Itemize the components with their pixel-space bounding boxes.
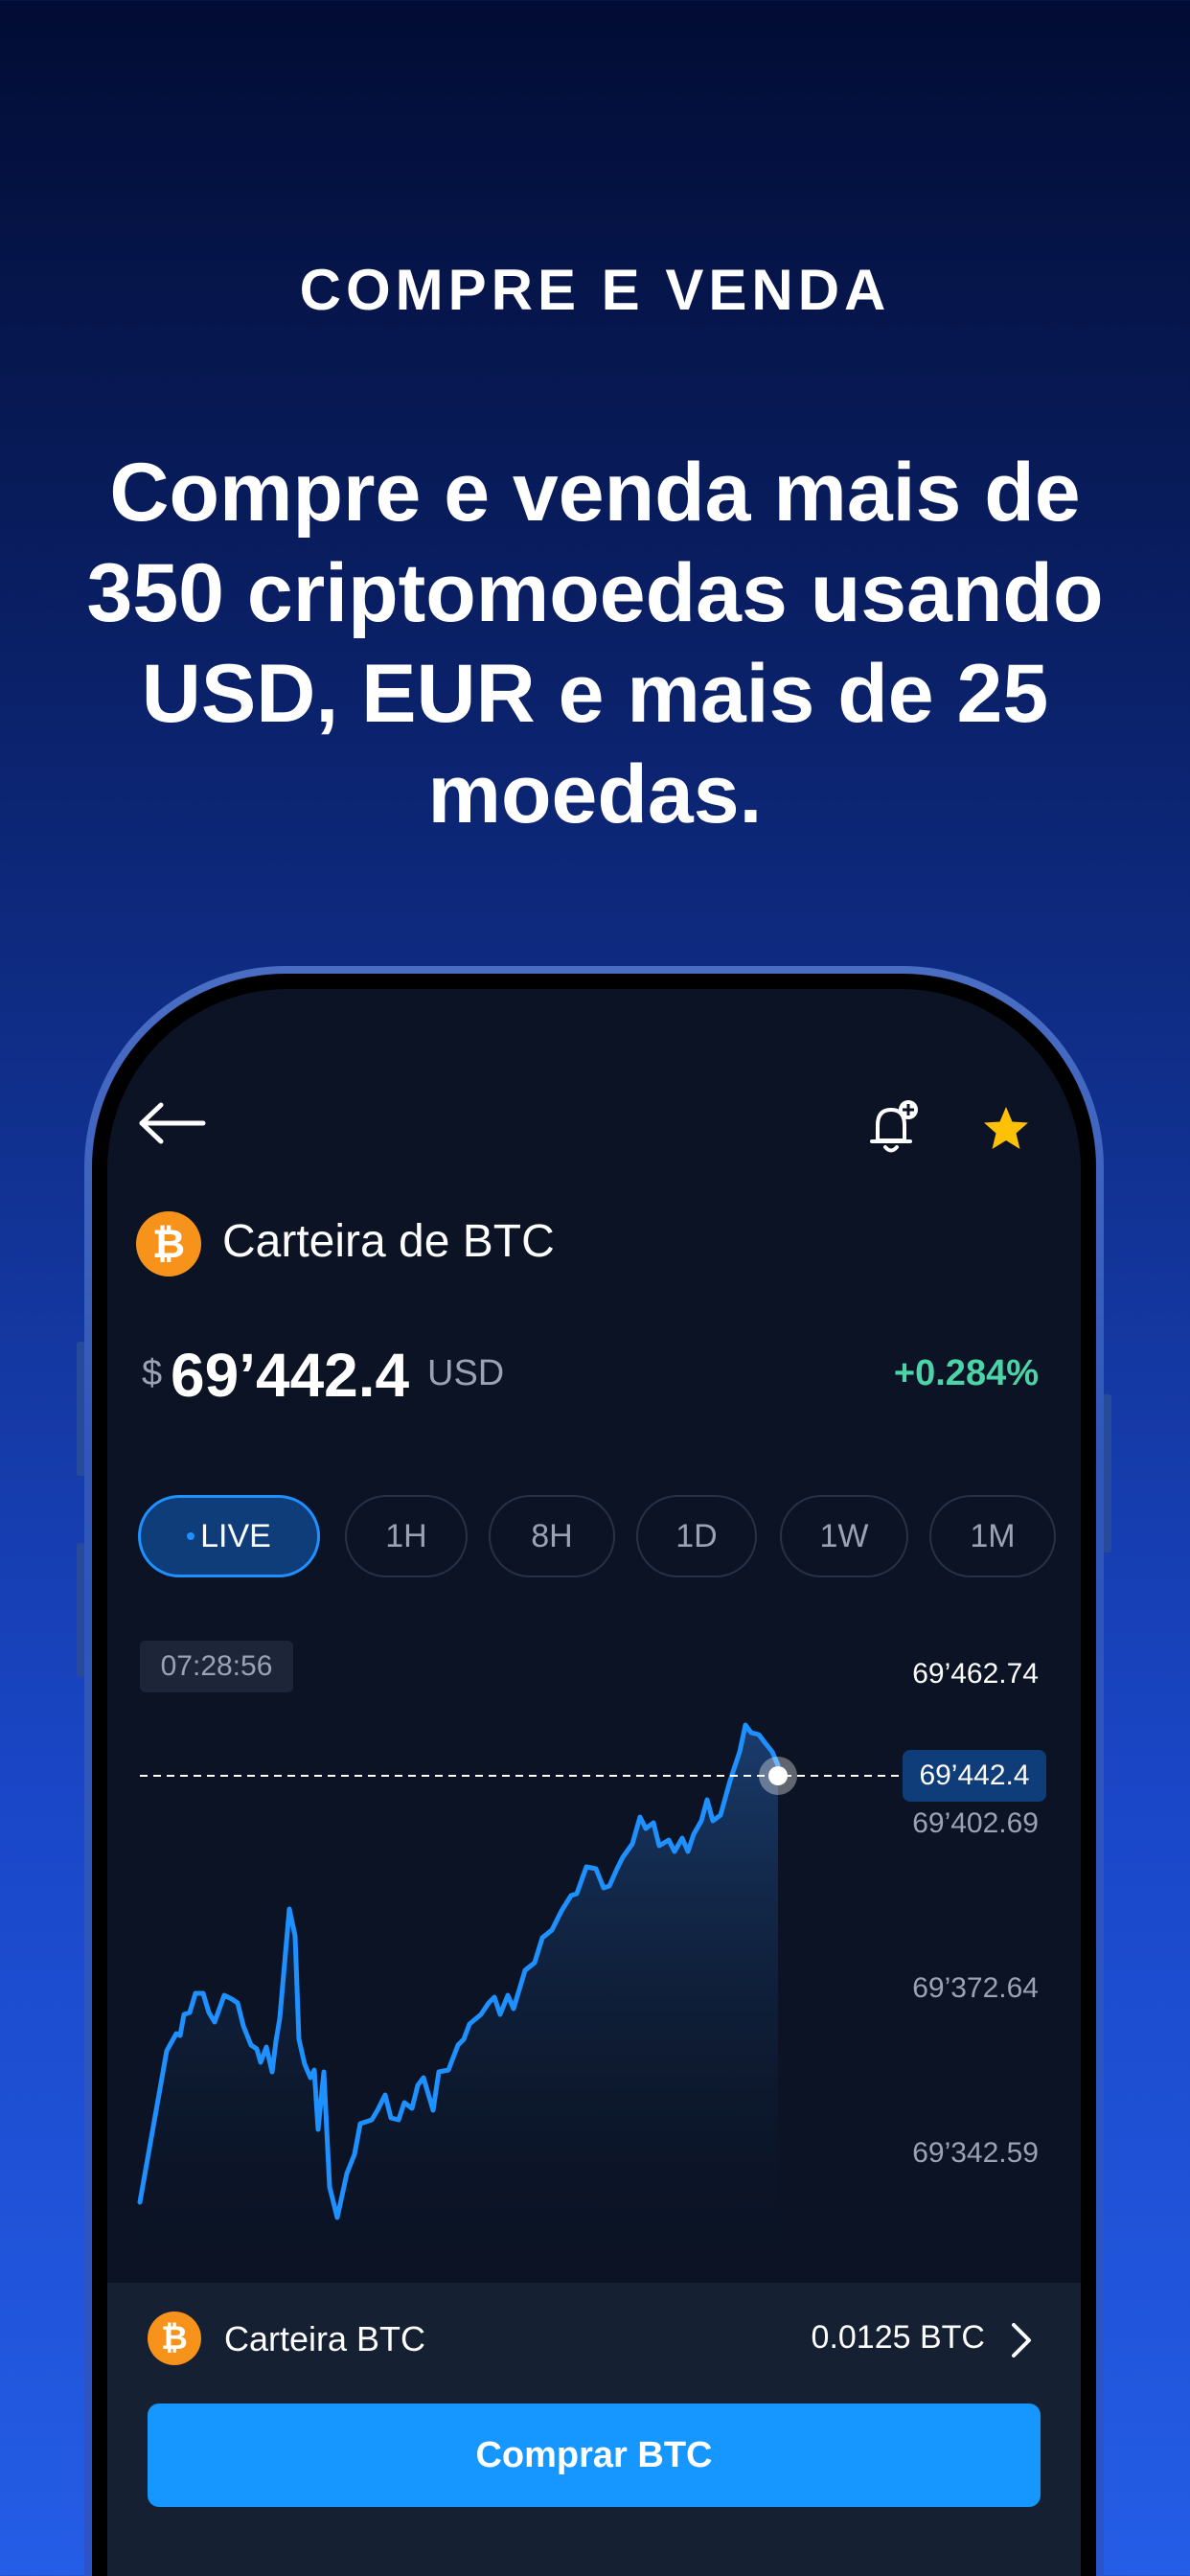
bitcoin-icon: ₿ [136, 1211, 201, 1276]
wallet-label[interactable]: Carteira BTC [224, 2319, 425, 2359]
back-arrow-icon[interactable] [138, 1102, 207, 1144]
phone-screen: ₿ Carteira de BTC $ 69’442.4 USD +0.284%… [107, 989, 1081, 2576]
current-price-dot [768, 1766, 788, 1785]
star-icon[interactable] [981, 1104, 1031, 1154]
price-unit: USD [427, 1353, 505, 1393]
chart-area [140, 1725, 778, 2302]
phone-bezel: ₿ Carteira de BTC $ 69’442.4 USD +0.284%… [92, 974, 1096, 2576]
range-1h[interactable]: 1H [345, 1495, 468, 1577]
wallet-title: Carteira de BTC [222, 1216, 555, 1267]
range-1m[interactable]: 1M [929, 1495, 1056, 1577]
current-price-tag: 69’442.4 [903, 1750, 1046, 1802]
y-label-2: 69’402.69 [912, 1807, 1039, 1839]
eyebrow-title: COMPRE E VENDA [299, 258, 891, 322]
y-label-3: 69’372.64 [912, 1972, 1039, 2004]
currency-sign: $ [142, 1353, 163, 1393]
time-badge: 07:28:56 [140, 1641, 293, 1692]
bitcoin-small-icon: ₿ [148, 2312, 201, 2365]
range-8h[interactable]: 8H [489, 1495, 615, 1577]
price-value: 69’442.4 [171, 1341, 410, 1410]
range-live-label: LIVE [200, 1517, 271, 1554]
phone-frame: ₿ Carteira de BTC $ 69’442.4 USD +0.284%… [84, 966, 1104, 2576]
wallet-balance[interactable]: 0.0125 BTC [812, 2319, 985, 2357]
y-label-top: 69’462.74 [912, 1658, 1039, 1690]
price-change: +0.284% [893, 1353, 1039, 1393]
range-1w[interactable]: 1W [780, 1495, 908, 1577]
bell-plus-icon[interactable] [864, 1098, 924, 1158]
buy-btc-button[interactable]: Comprar BTC [148, 2404, 1041, 2507]
price-chart [137, 1722, 903, 2302]
range-1d[interactable]: 1D [636, 1495, 757, 1577]
live-dot [187, 1532, 195, 1540]
y-label-4: 69’342.59 [912, 2137, 1039, 2169]
headline: Compre e venda mais de 350 criptomoedas … [86, 447, 1104, 840]
range-live[interactable]: LIVE [138, 1495, 320, 1577]
chevron-right-icon[interactable] [1010, 2321, 1035, 2359]
